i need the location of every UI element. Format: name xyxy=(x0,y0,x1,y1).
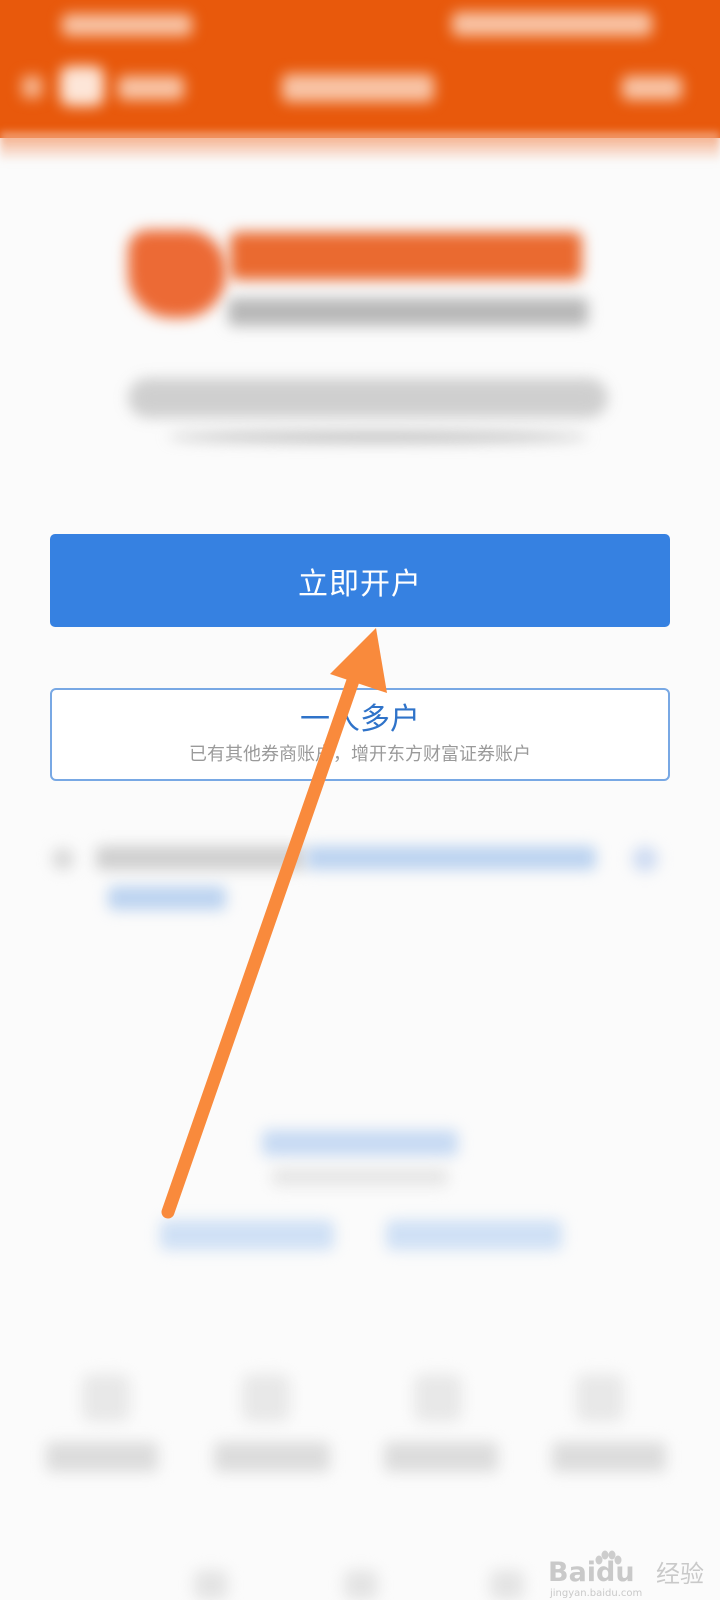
multi-account-subtitle: 已有其他券商账户，增开东方财富证券账户 xyxy=(189,743,531,765)
bottom-nav-icon[interactable] xyxy=(344,1570,378,1600)
bottom-nav-icon[interactable] xyxy=(490,1570,524,1600)
home-icon[interactable] xyxy=(60,66,104,106)
watermark-url: jingyan.baidu.com xyxy=(550,1588,643,1599)
feature-1-label[interactable] xyxy=(46,1442,158,1472)
watermark-suffix: 经验 xyxy=(656,1560,704,1588)
feature-3-label[interactable] xyxy=(384,1442,498,1472)
multi-account-title: 一人多户 xyxy=(300,701,420,737)
status-bar-right xyxy=(452,12,652,36)
feature-2-icon[interactable] xyxy=(242,1374,290,1422)
agreement-link-continued[interactable] xyxy=(108,886,226,910)
watermark-brand: Baidu xyxy=(548,1557,635,1588)
annotation-arrow-head xyxy=(330,628,387,693)
back-icon[interactable] xyxy=(22,76,42,98)
left-link[interactable] xyxy=(160,1220,334,1250)
header-right-action[interactable] xyxy=(622,76,682,100)
slogan-underline xyxy=(168,432,588,442)
info-icon[interactable] xyxy=(632,846,658,872)
feature-4-icon[interactable] xyxy=(576,1374,624,1422)
watermark: Baidu 经验 jingyan.baidu.com xyxy=(548,1550,710,1600)
feature-4-label[interactable] xyxy=(552,1442,666,1472)
center-link[interactable] xyxy=(262,1130,458,1156)
bottom-nav-icon[interactable] xyxy=(194,1570,228,1600)
brand-logo-english xyxy=(228,298,588,326)
agreement-text xyxy=(96,846,306,870)
agreement-link[interactable] xyxy=(306,846,596,870)
header-shadow xyxy=(0,132,720,162)
status-bar-left xyxy=(62,14,192,36)
feature-2-label[interactable] xyxy=(214,1442,330,1472)
home-label[interactable] xyxy=(118,76,184,100)
center-text xyxy=(272,1168,448,1186)
right-link[interactable] xyxy=(386,1220,562,1250)
page-title xyxy=(282,74,434,102)
feature-3-icon[interactable] xyxy=(414,1374,462,1422)
agreement-checkbox[interactable] xyxy=(52,848,74,870)
multi-account-button[interactable]: 一人多户 已有其他券商账户，增开东方财富证券账户 xyxy=(50,688,670,781)
brand-logo-text xyxy=(230,232,582,280)
open-account-button[interactable]: 立即开户 xyxy=(50,534,670,627)
feature-1-icon[interactable] xyxy=(82,1374,130,1422)
brand-logo-icon xyxy=(128,230,226,318)
app-header xyxy=(0,0,720,138)
brand-slogan xyxy=(128,378,608,418)
